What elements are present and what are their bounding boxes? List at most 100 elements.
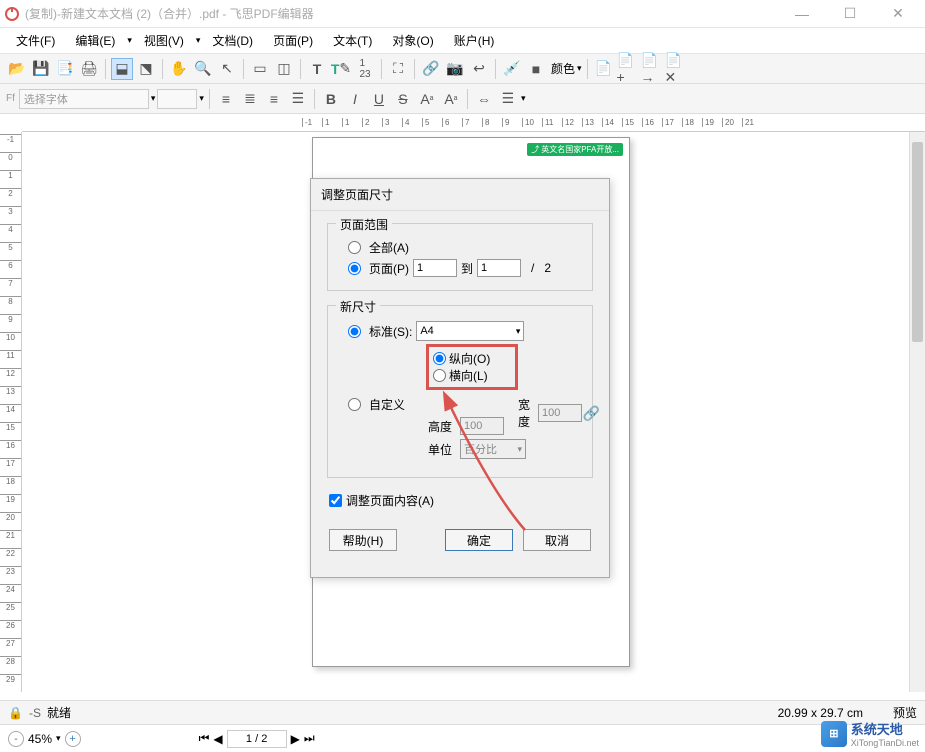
page-range-group: 页面范围 全部(A) 页面(P) 到 / 2 [327,223,593,291]
page-delete-icon[interactable]: 📄✕ [665,58,687,80]
page-input[interactable] [227,730,287,748]
minimize-button[interactable]: — [788,6,816,22]
bold-icon[interactable]: B [320,88,342,110]
status-dimensions: 20.99 x 29.7 cm [778,706,863,720]
link-icon[interactable]: 🔗 [420,58,442,80]
adjust-content-label: 调整页面内容(A) [346,492,434,509]
menu-page[interactable]: 页面(P) [265,29,321,52]
watermark-url: XiTongTianDi.net [851,738,919,748]
menu-account[interactable]: 账户(H) [446,29,503,52]
close-button[interactable]: ✕ [884,5,912,22]
eyedropper-icon[interactable]: 💉 [501,58,523,80]
font-select[interactable]: 选择字体 [19,89,149,109]
zoom-in-button[interactable]: + [65,731,81,747]
save-icon[interactable]: 💾 [30,58,52,80]
align-justify-icon[interactable]: ☰ [287,88,309,110]
new-size-group: 新尺寸 标准(S): A4 ▾ 纵向(O) 横向(L) [327,305,593,478]
superscript-icon[interactable]: Aa [416,88,438,110]
watermark-text: 系统天地 [851,719,919,738]
landscape-radio[interactable] [433,369,446,382]
paper-size-value: A4 [420,325,433,337]
orientation-highlight-box: 纵向(O) 横向(L) [426,344,518,390]
custom-label: 自定义 [369,396,405,413]
next-page-button[interactable]: ▶ [291,732,300,746]
italic-icon[interactable]: I [344,88,366,110]
cancel-button[interactable]: 取消 [523,529,591,551]
text-counter-icon[interactable]: 123 [354,58,376,80]
align-right-icon[interactable]: ≡ [263,88,285,110]
prev-page-button[interactable]: ◀ [213,732,222,746]
text-icon[interactable]: T [306,58,328,80]
redo-icon[interactable]: ↩ [468,58,490,80]
range-sep: / [531,261,534,275]
char-spacing-icon[interactable]: ⇔ [473,88,495,110]
adjust-content-checkbox[interactable] [329,494,342,507]
save-as-icon[interactable]: 📑 [54,58,76,80]
paper-size-select[interactable]: A4 ▾ [416,321,524,341]
title-bar: (复制)-新建文本文档 (2)（合并）.pdf - 飞思PDF编辑器 — ☐ ✕ [0,0,925,28]
help-button[interactable]: 帮助(H) [329,529,397,551]
menu-document[interactable]: 文档(D) [204,29,261,52]
first-page-button[interactable]: ⏮ [199,731,210,746]
toolbar-format: Ff 选择字体 ▾ ▾ ≡ ≣ ≡ ☰ B I U S Aa Aa ⇔ ☰ ▾ [0,84,925,114]
open-icon[interactable]: 📂 [6,58,28,80]
hand-icon[interactable]: ✋ [168,58,190,80]
scroll-thumb[interactable] [912,142,923,342]
range-pages-radio[interactable] [348,262,361,275]
app-icon [5,7,19,21]
toolbar-main: 📂 💾 📑 🖨 ⬓ ⬔ ✋ 🔍 ↖ ▭ ◫ T T✎ 123 ⛶ 🔗 📷 ↩ 💉… [0,54,925,84]
align-center-icon[interactable]: ≣ [239,88,261,110]
zoom-icon[interactable]: 🔍 [192,58,214,80]
strikethrough-icon[interactable]: S [392,88,414,110]
fill-color-icon[interactable]: ■ [525,58,547,80]
ok-button[interactable]: 确定 [445,529,513,551]
pointer-icon[interactable]: ↖ [216,58,238,80]
unit-select: 百分比 ▾ [460,439,526,459]
new-size-label: 新尺寸 [336,298,380,315]
height-label: 高度 [428,418,452,435]
page-width-icon[interactable]: ⬔ [135,58,157,80]
line-spacing-icon[interactable]: ☰ [497,88,519,110]
status-bar: 🔒 -S 就绪 20.99 x 29.7 cm 预览 [0,700,925,724]
menu-text[interactable]: 文本(T) [325,29,380,52]
select-rect-icon[interactable]: ▭ [249,58,271,80]
range-all-label: 全部(A) [369,239,409,256]
lock-icon: 🔒 [8,706,23,720]
window-title: (复制)-新建文本文档 (2)（合并）.pdf - 飞思PDF编辑器 [25,5,788,22]
underline-icon[interactable]: U [368,88,390,110]
text-edit-icon[interactable]: T✎ [330,58,352,80]
annotation-add-icon[interactable]: 📄 [593,58,615,80]
page-range-label: 页面范围 [336,216,392,233]
menu-view[interactable]: 视图(V) [136,29,192,52]
range-all-radio[interactable] [348,241,361,254]
print-icon[interactable]: 🖨 [78,58,100,80]
unit-label: 单位 [428,441,452,458]
zoom-value: 45% [28,732,52,746]
page-fit-icon[interactable]: ⬓ [111,58,133,80]
camera-icon[interactable]: 📷 [444,58,466,80]
watermark-icon: ⊞ [821,721,847,747]
menu-edit[interactable]: 编辑(E) [67,29,123,52]
page-extract-icon[interactable]: 📄→ [641,58,663,80]
range-from-input[interactable] [413,259,457,277]
maximize-button[interactable]: ☐ [836,5,864,22]
range-to-input[interactable] [477,259,521,277]
link-dimensions-icon[interactable]: 🔗 [583,405,600,422]
custom-radio[interactable] [348,398,361,411]
portrait-radio[interactable] [433,352,446,365]
menu-file[interactable]: 文件(F) [8,29,63,52]
subscript-icon[interactable]: Aa [440,88,462,110]
align-left-icon[interactable]: ≡ [215,88,237,110]
page-add-icon[interactable]: 📄+ [617,58,639,80]
unit-value: 百分比 [464,441,497,457]
zoom-out-button[interactable]: - [8,731,24,747]
crop-icon[interactable]: ⛶ [387,58,409,80]
vertical-scrollbar[interactable] [909,132,925,692]
last-page-button[interactable]: ⏭ [304,731,315,746]
dialog-title: 调整页面尺寸 [311,179,609,211]
size-select[interactable] [157,89,197,109]
menu-object[interactable]: 对象(O) [384,29,441,52]
footer-bar: - 45% ▾ + ⏮ ◀ ▶ ⏭ [0,724,925,752]
select-lasso-icon[interactable]: ◫ [273,58,295,80]
standard-radio[interactable] [348,325,361,338]
